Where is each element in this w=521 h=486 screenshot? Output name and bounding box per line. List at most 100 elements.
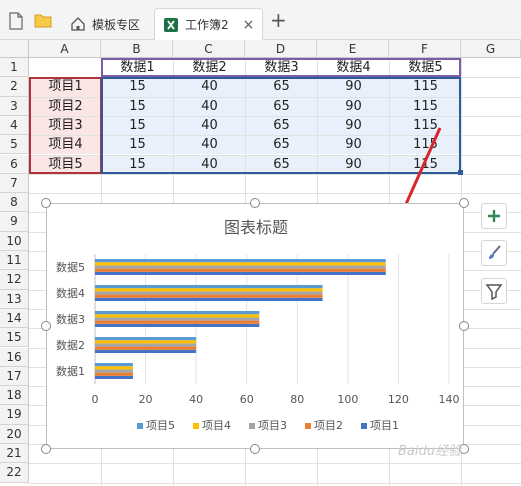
row-header-21[interactable]: 21 xyxy=(0,444,29,464)
bar-chart[interactable]: 图表标题 0 20 40 60 80 100 120 140 数据1 数据2 数据3 数据4 数据5 项目… xyxy=(46,203,464,449)
bar-项目2-数据2 xyxy=(95,346,197,350)
legend-swatch xyxy=(193,423,199,429)
plus-icon xyxy=(488,210,500,222)
gridline xyxy=(29,482,521,484)
chart-resize-handle-tl[interactable] xyxy=(41,198,51,208)
bar-项目5-数据4 xyxy=(95,285,323,289)
column-header-c[interactable]: C xyxy=(173,40,245,58)
bar-项目2-数据1 xyxy=(95,372,133,376)
tab-label: 工作簿2 xyxy=(185,18,229,32)
row-header-1[interactable]: 1 xyxy=(0,58,29,78)
excel-icon xyxy=(163,17,179,33)
tab-workbook[interactable]: 工作簿2 × xyxy=(154,8,264,40)
bar-项目1-数据3 xyxy=(95,323,260,327)
y-category-label: 数据2 xyxy=(56,338,85,352)
add-tab-button[interactable]: + xyxy=(270,10,287,30)
row-header-10[interactable]: 10 xyxy=(0,231,29,251)
legend-swatch xyxy=(305,423,311,429)
chart-resize-handle-mr[interactable] xyxy=(459,321,469,331)
chart-style-button[interactable] xyxy=(481,240,507,266)
column-header-g[interactable]: G xyxy=(461,40,521,58)
bar-项目1-数据1 xyxy=(95,375,133,379)
x-tick-label: 20 xyxy=(139,393,153,406)
legend-swatch xyxy=(137,423,143,429)
chart-filter-button[interactable] xyxy=(481,278,507,304)
select-all-corner[interactable] xyxy=(0,40,29,58)
chart-resize-handle-tr[interactable] xyxy=(459,198,469,208)
row-header-17[interactable]: 17 xyxy=(0,366,29,387)
legend-swatch xyxy=(249,423,255,429)
x-tick-label: 140 xyxy=(439,393,460,406)
row-header-7[interactable]: 7 xyxy=(0,173,29,194)
document-icon[interactable] xyxy=(8,12,26,30)
y-category-label: 数据5 xyxy=(56,260,85,274)
legend-label: 项目3 xyxy=(258,419,287,432)
folder-icon[interactable] xyxy=(34,12,52,30)
y-category-label: 数据1 xyxy=(56,364,85,378)
bar-项目3-数据5 xyxy=(95,265,386,269)
bar-项目5-数据1 xyxy=(95,363,133,367)
row-header-15[interactable]: 15 xyxy=(0,328,29,348)
tab-label: 模板专区 xyxy=(92,17,141,32)
bar-项目2-数据3 xyxy=(95,320,260,324)
bar-项目4-数据5 xyxy=(95,262,386,266)
column-header-e[interactable]: E xyxy=(317,40,389,58)
chart-resize-handle-ml[interactable] xyxy=(41,321,51,331)
bar-项目5-数据2 xyxy=(95,337,197,341)
row-header-2[interactable]: 2 xyxy=(0,77,29,97)
row-header-11[interactable]: 11 xyxy=(0,251,29,271)
row-header-5[interactable]: 5 xyxy=(0,135,29,155)
x-tick-label: 40 xyxy=(189,393,203,406)
column-header-b[interactable]: B xyxy=(101,40,173,58)
brush-icon xyxy=(489,245,501,259)
watermark: Baidu经验 xyxy=(398,444,461,459)
row-header-8[interactable]: 8 xyxy=(0,193,29,213)
row-header-19[interactable]: 19 xyxy=(0,405,29,425)
bar-项目2-数据5 xyxy=(95,268,386,272)
y-category-label: 数据4 xyxy=(56,286,85,300)
legend-swatch xyxy=(361,423,367,429)
close-tab-icon[interactable]: × xyxy=(243,17,255,33)
row-header-3[interactable]: 3 xyxy=(0,96,29,116)
column-header-f[interactable]: F xyxy=(389,40,461,58)
x-tick-label: 100 xyxy=(337,393,358,406)
row-header-16[interactable]: 16 xyxy=(0,347,29,367)
bar-项目3-数据2 xyxy=(95,343,197,347)
bar-项目5-数据5 xyxy=(95,259,386,263)
chart-elements-button[interactable] xyxy=(481,203,507,229)
filter-icon xyxy=(485,284,503,300)
row-header-22[interactable]: 22 xyxy=(0,463,29,483)
row-header-9[interactable]: 9 xyxy=(0,212,29,232)
bar-项目2-数据4 xyxy=(95,294,323,298)
row-header-12[interactable]: 12 xyxy=(0,270,29,290)
legend-label: 项目5 xyxy=(146,419,175,432)
tab-template-zone[interactable]: 模板专区 xyxy=(62,8,148,40)
row-header-20[interactable]: 20 xyxy=(0,424,29,444)
row-header-6[interactable]: 6 xyxy=(0,154,29,174)
chart-resize-handle-tc[interactable] xyxy=(250,198,260,208)
x-tick-label: 60 xyxy=(240,393,254,406)
row-header-14[interactable]: 14 xyxy=(0,308,29,329)
row-header-4[interactable]: 4 xyxy=(0,115,29,136)
bar-项目3-数据3 xyxy=(95,317,260,321)
column-header-d[interactable]: D xyxy=(245,40,317,58)
x-tick-label: 120 xyxy=(388,393,409,406)
row-header-18[interactable]: 18 xyxy=(0,386,29,406)
legend-label: 项目4 xyxy=(202,419,231,432)
x-tick-label: 80 xyxy=(290,393,304,406)
bar-项目1-数据4 xyxy=(95,297,323,301)
bar-项目3-数据1 xyxy=(95,369,133,373)
tab-bar: 模板专区 工作簿2 × + xyxy=(0,0,521,40)
chart-resize-handle-bl[interactable] xyxy=(41,444,51,454)
row-header-13[interactable]: 13 xyxy=(0,289,29,309)
bar-项目1-数据5 xyxy=(95,271,386,275)
header-range-selection xyxy=(101,58,461,77)
chart-resize-handle-bc[interactable] xyxy=(250,444,260,454)
bar-项目3-数据4 xyxy=(95,291,323,295)
bar-项目4-数据4 xyxy=(95,288,323,292)
bar-项目1-数据2 xyxy=(95,349,197,353)
column-header-a[interactable]: A xyxy=(29,40,101,58)
chart-plot-area[interactable]: 0 20 40 60 80 100 120 140 数据1 数据2 数据3 数据4 数据5 项目5 项目4 项… xyxy=(47,204,465,450)
gridline xyxy=(29,463,521,465)
bar-项目5-数据3 xyxy=(95,311,260,315)
